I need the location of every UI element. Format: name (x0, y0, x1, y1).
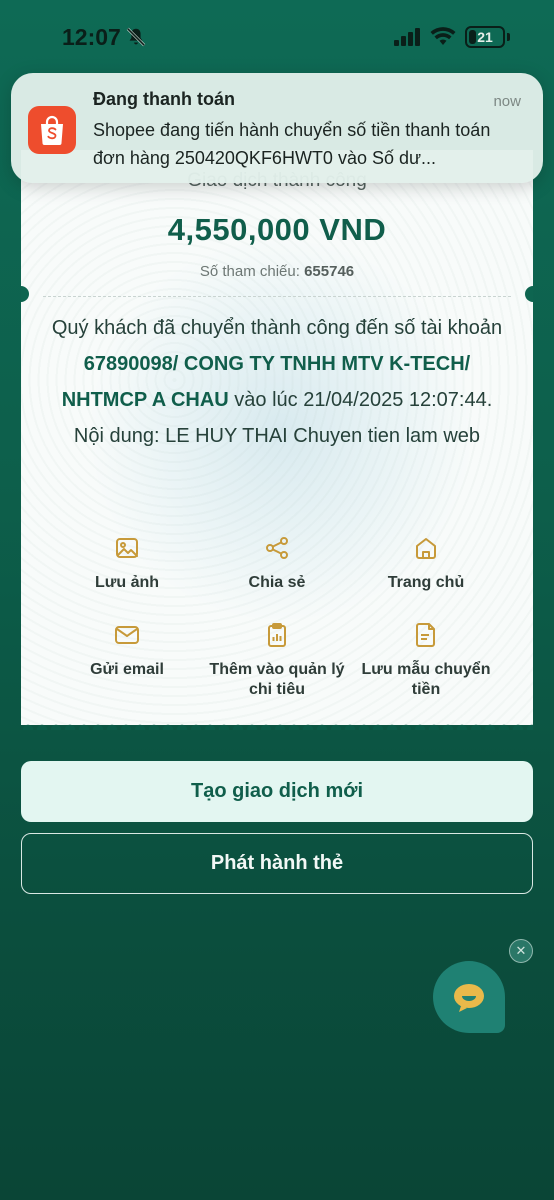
save-image-label: Lưu ảnh (94, 574, 160, 591)
chat-icon (454, 984, 484, 1012)
save-transfer-template-label: Lưu mẫu chuyển tiền (361, 661, 491, 698)
message-prefix: Quý khách đã chuyển thành công đến số tà… (51, 317, 503, 339)
account-number: 67890098 (83, 353, 173, 375)
bell-off-icon (126, 27, 146, 47)
status-bar: 12:07 21 (0, 0, 554, 70)
cellular-signal-icon (394, 28, 420, 46)
home-button[interactable]: Trang chủ (351, 535, 501, 593)
close-icon[interactable]: ✕ (509, 939, 533, 963)
reference-row: Số tham chiếu: 655746 (21, 263, 533, 280)
save-transfer-template-button[interactable]: Lưu mẫu chuyển tiền (351, 622, 501, 700)
transaction-amount: 4,550,000 VND (167, 212, 387, 247)
receipt-card: Giao dịch thành công 4,550,000 VND Số th… (21, 150, 533, 725)
account-name: CONG TY TNHH MTV K-TECH (183, 353, 465, 375)
home-icon (416, 538, 436, 559)
issue-card-button[interactable]: Phát hành thẻ (21, 833, 533, 894)
push-notification[interactable]: Đang thanh toán now Shopee đang tiến hàn… (11, 73, 543, 183)
dashed-divider (43, 296, 511, 297)
separator-1: / (172, 353, 184, 375)
battery-indicator: 21 (465, 26, 505, 48)
status-time: 12:07 (62, 24, 121, 50)
chat-button[interactable] (433, 961, 505, 1033)
send-email-label: Gửi email (90, 661, 164, 678)
document-icon (416, 623, 435, 647)
clipboard-icon (268, 623, 286, 647)
new-transaction-button[interactable]: Tạo giao dịch mới (21, 761, 533, 822)
save-image-button[interactable]: Lưu ảnh (52, 535, 202, 593)
receipt-torn-edge (21, 716, 533, 730)
time-prefix: vào lúc (228, 389, 304, 411)
battery-cap (507, 33, 510, 41)
notification-title: Đang thanh toán (93, 89, 235, 109)
notification-time: now (493, 93, 521, 110)
share-icon (266, 537, 288, 559)
image-icon (116, 538, 138, 558)
separator-2: / (464, 353, 471, 375)
reference-value: 655746 (304, 263, 355, 280)
share-label: Chia sẻ (248, 574, 306, 591)
share-button[interactable]: Chia sẻ (202, 535, 352, 593)
wifi-icon (430, 27, 456, 45)
add-expense-tracking-button[interactable]: Thêm vào quản lý chi tiêu (202, 622, 352, 700)
home-label: Trang chủ (387, 574, 465, 591)
shopee-bag-icon (28, 106, 76, 154)
notification-body: Shopee đang tiến hành chuyển số tiền tha… (93, 120, 491, 168)
send-email-button[interactable]: Gửi email (52, 622, 202, 680)
transfer-content: LE HUY THAI Chuyen tien lam web (165, 425, 481, 447)
transaction-timestamp: 21/04/2025 12:07:44 (303, 389, 487, 411)
battery-level: 21 (477, 29, 493, 45)
transfer-message: Quý khách đã chuyển thành công đến số tà… (49, 310, 505, 454)
bank-name: NHTMCP A CHAU (61, 389, 229, 411)
mail-icon (115, 626, 139, 644)
add-expense-tracking-label: Thêm vào quản lý chi tiêu (209, 661, 345, 698)
reference-label: Số tham chiếu: (199, 263, 300, 280)
